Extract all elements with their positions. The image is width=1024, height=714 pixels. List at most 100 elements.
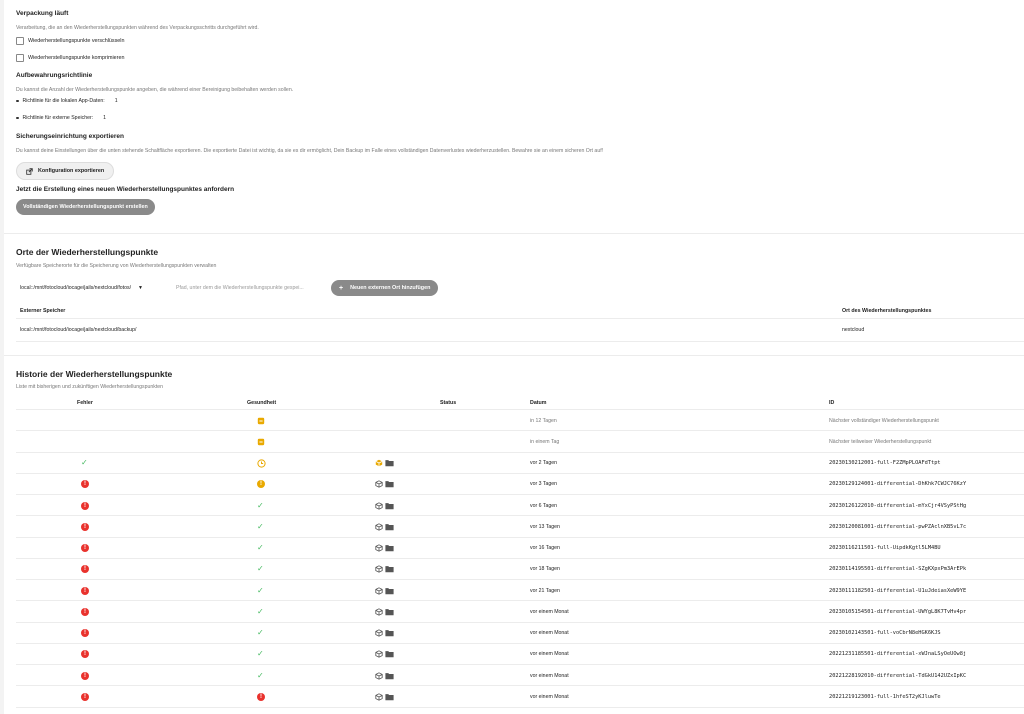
col-restore-location: Ort des Wiederherstellungspunktes <box>842 308 932 314</box>
status-cell <box>375 516 394 537</box>
table-row[interactable]: ! ✓ vor einem Monat 20230102143501-full-voC… <box>4 623 1024 644</box>
date-cell: vor einem Monat <box>530 601 569 622</box>
table-row[interactable]: ! ✓ vor 18 Tagen 20230114195501-differentia… <box>4 559 1024 580</box>
table-row[interactable]: in einem Tag Nächster teilweiser Wiederhe… <box>4 431 1024 453</box>
id-cell: 20230129124001-differential-DhKhk7CWJC76… <box>829 474 966 495</box>
status-cell <box>375 644 394 665</box>
status-cell <box>375 686 394 707</box>
retention-list-external: Richtlinie für externe Speicher: 1 <box>16 115 106 121</box>
table-row[interactable]: ! ✓ vor 21 Tagen 20230111182501-differentia… <box>4 580 1024 602</box>
health-cell: ✓ <box>257 538 264 559</box>
location-row-storage: local::/mnt/fotocloud/iocage/jails/nextc… <box>20 327 137 333</box>
folder-icon <box>385 587 394 595</box>
check-icon: ✓ <box>257 670 264 680</box>
date-cell: vor 13 Tagen <box>530 516 560 537</box>
status-cell <box>375 495 394 516</box>
table-row[interactable]: ! ✓ vor einem Monat 20230105154501-differen… <box>4 601 1024 623</box>
request-title: Jetzt die Erstellung eines neuen Wiederh… <box>16 186 235 193</box>
health-cell: ✓ <box>257 623 264 644</box>
date-text: vor einem Monat <box>530 630 569 637</box>
date-cell: vor 2 Tagen <box>530 453 557 474</box>
add-external-location-button[interactable]: + Neuen externen Ort hinzufügen <box>331 280 439 296</box>
error-cell: ! <box>81 665 89 686</box>
error-icon: ! <box>81 671 89 680</box>
health-cell: ✓ <box>257 601 264 622</box>
folder-icon <box>385 502 394 510</box>
error-icon: ! <box>81 565 89 574</box>
error-cell: ! <box>81 559 89 580</box>
bullet-icon <box>16 116 19 120</box>
folder-icon <box>385 523 394 531</box>
restore-point-id: Nächster vollständiger Wiederherstellung… <box>829 417 939 424</box>
restore-point-id: 20221231185501-differential-xWJnaLSyOeUO… <box>829 651 967 658</box>
table-row[interactable]: ! ✓ vor 6 Tagen 20230126122010-differential… <box>4 495 1024 517</box>
checkbox-box[interactable] <box>16 37 24 45</box>
status-cell <box>375 580 394 601</box>
create-full-label: Vollständigen Wiederherstellungspunkt er… <box>23 204 148 210</box>
date-text: vor 13 Tagen <box>530 523 560 530</box>
table-row[interactable]: in 12 Tagen Nächster vollständiger Wieder… <box>4 410 1024 432</box>
table-row[interactable]: ! ✓ vor einem Monat 20221228192010-differen… <box>4 665 1024 687</box>
error-icon: ! <box>81 650 89 659</box>
locations-title: Orte der Wiederherstellungspunkte <box>16 247 159 257</box>
date-text: vor einem Monat <box>530 672 569 679</box>
packaging-title: Verpackung läuft <box>16 10 69 17</box>
folder-icon <box>385 693 394 701</box>
date-text: vor 2 Tagen <box>530 460 558 467</box>
locations-description: Verfügbare Speicherorte für die Speicher… <box>16 263 217 269</box>
error-cell: ✓ <box>81 453 88 474</box>
status-cell <box>375 601 394 622</box>
date-text: vor einem Monat <box>530 608 569 615</box>
encrypt-checkbox[interactable]: Wiederherstellungspunkte verschlüsseln <box>16 37 124 45</box>
table-row[interactable]: ! ✓ vor einem Monat 20221231185501-differen… <box>4 644 1024 665</box>
error-icon: ! <box>81 586 89 595</box>
restore-point-id: 20230114195501-differential-SZgKXpxPm3Ar… <box>829 566 967 573</box>
health-cell: ✓ <box>257 559 264 580</box>
compress-checkbox[interactable]: Wiederherstellungspunkte komprimieren <box>16 54 124 62</box>
id-cell: Nächster teilweiser Wiederherstellungspu… <box>829 431 931 452</box>
error-icon: ! <box>257 692 265 701</box>
date-text: vor 21 Tagen <box>530 587 560 594</box>
table-row[interactable]: !! vor 3 Tagen 20230129124001-differential… <box>4 474 1024 495</box>
table-row[interactable]: ! ✓ vor 13 Tagen 20230120081001-differentia… <box>4 516 1024 538</box>
table-row[interactable]: ! ✓ vor 16 Tagen 20230116211501-full-UipdkK… <box>4 538 1024 559</box>
package-icon <box>375 480 383 489</box>
retention-local-value[interactable]: 1 <box>115 98 118 104</box>
table-row[interactable]: !! vor einem Monat 20221219123001-full-1hf… <box>4 686 1024 708</box>
export-config-button[interactable]: Konfiguration exportieren <box>16 162 115 180</box>
restore-point-id: 20230126122010-differential-mYxCjr4VSyPS… <box>829 502 967 509</box>
restore-point-id: Nächster teilweiser Wiederherstellungspu… <box>829 438 932 445</box>
package-icon <box>375 523 383 531</box>
export-title: Sicherungseinrichtung exportieren <box>16 133 124 140</box>
status-cell <box>375 474 394 495</box>
error-cell: ! <box>81 474 89 495</box>
check-icon: ✓ <box>257 543 264 553</box>
packaging-description: Verarbeitung, die an den Wiederherstellu… <box>16 25 259 31</box>
package-icon <box>375 544 383 552</box>
checkbox-box[interactable] <box>16 54 24 62</box>
bullet-icon <box>16 99 19 103</box>
check-icon: ✓ <box>81 458 88 468</box>
col-error: Fehler <box>77 400 93 406</box>
retention-external-value[interactable]: 1 <box>103 115 106 121</box>
restore-point-id: 20230111182501-differential-U1uJdeiasXeW… <box>829 587 967 594</box>
folder-icon <box>385 672 394 680</box>
id-cell: 20230102143501-full-voCbrN8eHGK6KJS <box>829 623 941 644</box>
location-select[interactable]: local::/mnt/fotocloud/iocage/jails/nextc… <box>20 285 143 291</box>
plus-icon: + <box>339 284 344 292</box>
check-icon: ✓ <box>257 585 264 595</box>
health-cell: ✓ <box>257 665 264 686</box>
retention-external-label: Richtlinie für externe Speicher: <box>22 115 94 121</box>
create-full-restore-point-button[interactable]: Vollständigen Wiederherstellungspunkt er… <box>16 199 155 215</box>
path-input[interactable]: Pfad, unter dem die Wiederherstellungspu… <box>176 285 304 291</box>
table-row[interactable]: ✓ vor 2 Tagen 20230130212001-full-F2ZMpPLO… <box>4 453 1024 474</box>
export-icon <box>26 167 33 175</box>
date-text: vor 3 Tagen <box>530 481 558 488</box>
date-cell: vor 21 Tagen <box>530 580 560 601</box>
error-icon: ! <box>81 501 89 510</box>
date-text: in 12 Tagen <box>530 417 557 424</box>
col-date: Datum <box>530 400 547 406</box>
restore-point-id: 20230129124001-differential-DhKhk7CWJC76… <box>829 481 967 488</box>
package-icon <box>375 586 383 595</box>
health-cell: ✓ <box>257 644 264 665</box>
